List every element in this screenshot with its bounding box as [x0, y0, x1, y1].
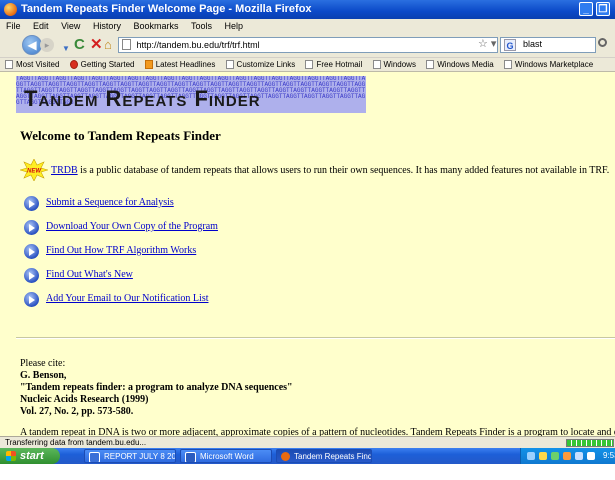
divider — [16, 337, 615, 339]
citation: Please cite: G. Benson, "Tandem repeats … — [20, 358, 293, 418]
network-icon[interactable] — [527, 452, 535, 460]
back-arrow-icon: ◀ — [27, 38, 37, 52]
bookmark-windows-media[interactable]: Windows Media — [426, 58, 494, 71]
submit-sequence-link[interactable]: Submit a Sequence for Analysis — [46, 197, 174, 208]
bookmark-latest-headlines[interactable]: Latest Headlines — [144, 58, 215, 71]
bookmark-windows-marketplace[interactable]: Windows Marketplace — [503, 58, 593, 71]
trdb-link[interactable]: TRDB — [51, 165, 78, 176]
navigation-toolbar: ◀ ▸ ▼ C ✕ ⌂ ☆ ▾ G — [0, 33, 615, 58]
search-box[interactable]: G — [500, 37, 596, 53]
page-icon — [305, 60, 314, 69]
cite-journal: Nucleic Acids Research (1999) — [20, 394, 149, 405]
page-icon — [426, 60, 435, 69]
arrow-bullet-icon[interactable] — [24, 244, 39, 259]
menu-bar: File Edit View History Bookmarks Tools H… — [0, 19, 615, 33]
word-doc-icon — [89, 452, 100, 462]
taskbar-firefox[interactable]: Tandem Repeats Find... — [276, 449, 372, 463]
cite-author: G. Benson, — [20, 370, 67, 381]
new-badge-text: NEW — [27, 169, 42, 175]
tray-app-icon[interactable] — [587, 452, 595, 460]
forward-button[interactable]: ▸ — [40, 38, 54, 52]
windows-logo-icon — [6, 451, 16, 461]
google-icon[interactable]: G — [504, 39, 516, 51]
download-program-link[interactable]: Download Your Own Copy of the Program — [46, 221, 218, 232]
progress-fill — [567, 440, 613, 446]
reload-icon[interactable]: C — [74, 37, 85, 53]
history-dropdown-icon[interactable]: ▼ — [62, 41, 70, 57]
url-input[interactable] — [136, 40, 457, 50]
page-heading: Welcome to Tandem Repeats Finder — [20, 128, 221, 143]
trdb-text: is a public database of tandem repeats t… — [77, 165, 610, 176]
menu-history[interactable]: History — [93, 21, 121, 31]
firefox-icon — [4, 3, 17, 16]
bookmark-most-visited[interactable]: Most Visited — [5, 58, 59, 71]
firefox-icon — [69, 60, 78, 69]
page-icon — [225, 60, 234, 69]
word-app-icon — [185, 452, 196, 462]
taskbar-report-doc[interactable]: REPORT JULY 8 2009.... — [84, 449, 176, 463]
whats-new-link[interactable]: Find Out What's New — [46, 269, 133, 280]
forward-arrow-icon: ▸ — [44, 40, 50, 50]
maximize-button[interactable]: ❐ — [596, 2, 610, 16]
minimize-button[interactable]: _ — [579, 2, 593, 16]
windows-taskbar: start REPORT JULY 8 2009.... Microsoft W… — [0, 448, 615, 476]
banner-title: Tandem Repeats Finder — [24, 86, 261, 111]
page-icon — [372, 60, 381, 69]
system-tray: 9:53 A — [520, 448, 615, 476]
intro-paragraph: A tandem repeat in DNA is two or more ad… — [20, 427, 615, 436]
cite-label: Please cite: — [20, 358, 66, 369]
trf-banner: TAGGTTAGGTTAGGTTAGGTTAGGTTAGGTTAGGTTAGGT… — [16, 76, 366, 113]
bookmark-windows[interactable]: Windows — [372, 58, 416, 71]
algorithm-link[interactable]: Find Out How TRF Algorithm Works — [46, 245, 196, 256]
menu-tools[interactable]: Tools — [191, 21, 212, 31]
bookmark-free-hotmail[interactable]: Free Hotmail — [305, 58, 362, 71]
volume-icon[interactable] — [539, 452, 547, 460]
search-icon[interactable] — [598, 38, 607, 47]
menu-file[interactable]: File — [6, 21, 21, 31]
new-starburst-icon: NEW — [20, 159, 48, 181]
menu-edit[interactable]: Edit — [33, 21, 49, 31]
page-icon — [122, 39, 131, 50]
cite-title: "Tandem repeats finder: a program to ana… — [20, 382, 293, 393]
arrow-bullet-icon[interactable] — [24, 220, 39, 235]
display-icon[interactable] — [575, 452, 583, 460]
address-bar[interactable] — [118, 37, 498, 53]
arrow-bullet-icon[interactable] — [24, 292, 39, 307]
folder-icon — [5, 60, 13, 69]
cite-volume: Vol. 27, No. 2, pp. 573-580. — [20, 406, 134, 417]
back-button[interactable]: ◀ — [22, 35, 42, 55]
update-icon[interactable] — [563, 452, 571, 460]
menu-help[interactable]: Help — [225, 21, 244, 31]
menu-view[interactable]: View — [61, 21, 80, 31]
home-icon[interactable]: ⌂ — [104, 37, 112, 53]
bookmarks-toolbar: Most Visited Getting Started Latest Head… — [0, 58, 615, 72]
firefox-icon — [281, 452, 290, 461]
email-notification-link[interactable]: Add Your Email to Our Notification List — [46, 293, 209, 304]
arrow-bullet-icon[interactable] — [24, 196, 39, 211]
bookmark-customize-links[interactable]: Customize Links — [225, 58, 295, 71]
bookmark-getting-started[interactable]: Getting Started — [69, 58, 134, 71]
stop-icon[interactable]: ✕ — [90, 37, 103, 53]
bookmark-star-icon[interactable]: ☆ ▾ — [478, 37, 496, 50]
taskbar-microsoft-word[interactable]: Microsoft Word — [180, 449, 272, 463]
start-button[interactable]: start — [0, 448, 60, 464]
search-input[interactable] — [523, 39, 593, 49]
window-title: Tandem Repeats Finder Welcome Page - Moz… — [21, 3, 312, 15]
security-icon[interactable] — [551, 452, 559, 460]
page-icon — [503, 60, 512, 69]
arrow-bullet-icon[interactable] — [24, 268, 39, 283]
rss-feed-icon — [144, 60, 153, 69]
window-title-bar: Tandem Repeats Finder Welcome Page - Moz… — [0, 0, 615, 19]
progress-bar — [566, 439, 614, 447]
trdb-description: TRDB is a public database of tandem repe… — [51, 165, 609, 176]
clock: 9:53 A — [603, 451, 615, 476]
page-content: TAGGTTAGGTTAGGTTAGGTTAGGTTAGGTTAGGTTAGGT… — [0, 72, 615, 436]
menu-bookmarks[interactable]: Bookmarks — [133, 21, 178, 31]
